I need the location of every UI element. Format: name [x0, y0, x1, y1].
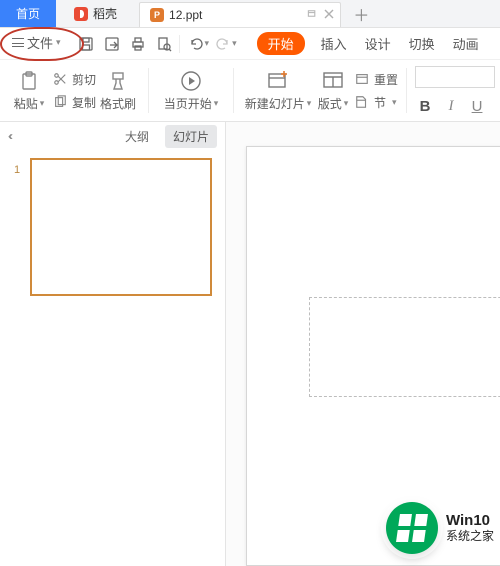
file-menu-button[interactable]: 文件 ▾ [4, 31, 69, 55]
copy-label: 复制 [72, 94, 96, 111]
cut-button[interactable]: 剪切 [52, 71, 96, 88]
panel-tab-slides[interactable]: 幻灯片 [165, 125, 217, 148]
copy-button[interactable]: 复制 [52, 94, 96, 111]
ribbon-tab-transition[interactable]: 切换 [407, 32, 437, 55]
file-menu-wrapper: 文件 ▾ [4, 31, 69, 57]
group-font: B I U [409, 64, 496, 117]
windows-logo-icon [386, 502, 438, 554]
ribbon-tab-start[interactable]: 开始 [257, 32, 305, 55]
tab-document-label: 12.ppt [169, 8, 202, 22]
ribbon-tab-insert[interactable]: 插入 [319, 32, 349, 55]
chevron-down-icon: ▾ [56, 37, 61, 48]
format-painter-label: 格式刷 [100, 95, 136, 112]
tab-restore-icon[interactable] [307, 8, 318, 22]
quick-access-toolbar [77, 35, 173, 53]
new-slide-icon [266, 69, 290, 93]
underline-button[interactable]: U [467, 94, 487, 118]
new-slide-label: 新建幻灯片 [245, 95, 305, 112]
tab-document-controls [307, 8, 334, 22]
bold-button[interactable]: B [415, 94, 435, 118]
text-placeholder[interactable] [309, 297, 500, 397]
separator [406, 68, 407, 113]
new-slide-button[interactable]: 新建幻灯片▾ [242, 69, 314, 112]
layout-button[interactable]: 版式▾ [314, 69, 352, 112]
tab-home[interactable]: 首页 [0, 0, 56, 27]
file-menu-label: 文件 [27, 33, 53, 52]
chevron-down-icon: ▾ [214, 98, 219, 109]
layout-label: 版式 [318, 95, 342, 112]
daoke-icon [74, 7, 88, 21]
redo-button[interactable]: ▾ [213, 36, 239, 52]
tab-home-label: 首页 [16, 5, 40, 22]
slide-thumbnail-1[interactable] [30, 158, 212, 296]
ribbon-toolbar: 文件 ▾ ▾ [0, 28, 500, 122]
ribbon-tab-animation[interactable]: 动画 [451, 32, 481, 55]
start-from-current-button[interactable]: 当页开始▾ [157, 69, 225, 112]
separator [179, 35, 180, 53]
tab-close-icon[interactable] [324, 9, 334, 22]
slide-mini-column: 重置 节▾ [354, 71, 398, 111]
play-circle-icon [179, 69, 203, 93]
reset-button[interactable]: 重置 [354, 71, 398, 88]
hamburger-icon [12, 38, 24, 47]
ribbon-top-row: 文件 ▾ ▾ [0, 28, 500, 60]
group-slides: 新建幻灯片▾ 版式▾ 重置 节▾ [236, 64, 404, 117]
slide-panel-tabs: ‹‹ 大纲 幻灯片 [0, 122, 225, 150]
section-button[interactable]: 节▾ [354, 94, 398, 111]
ppt-icon: P [150, 8, 164, 22]
save-icon[interactable] [77, 35, 95, 53]
tab-daoke-label: 稻壳 [93, 5, 117, 22]
reset-label: 重置 [374, 71, 398, 88]
group-clipboard: 粘贴▾ 剪切 复制 [4, 64, 146, 117]
format-painter-button[interactable]: 格式刷 [96, 69, 140, 112]
watermark-line2: 系统之家 [446, 530, 494, 543]
paste-label: 粘贴 [14, 95, 38, 112]
chevron-down-icon: ▾ [40, 98, 45, 109]
print-preview-icon[interactable] [155, 35, 173, 53]
copy-icon [52, 94, 68, 110]
ribbon-tabs: 开始 插入 设计 切换 动画 [257, 32, 481, 55]
watermark-text: Win10 系统之家 [446, 513, 494, 543]
tab-daoke[interactable]: 稻壳 [64, 0, 131, 27]
save-as-icon[interactable] [103, 35, 121, 53]
format-painter-icon [107, 69, 129, 93]
panel-tab-outline[interactable]: 大纲 [117, 125, 157, 148]
clipboard-mini-column: 剪切 复制 [52, 71, 96, 111]
slide-panel: ‹‹ 大纲 幻灯片 1 [0, 122, 226, 566]
italic-button[interactable]: I [441, 94, 461, 118]
cut-label: 剪切 [72, 71, 96, 88]
chevron-down-icon: ▾ [205, 38, 210, 49]
paste-button[interactable]: 粘贴▾ [10, 69, 48, 112]
section-icon [354, 94, 370, 110]
ribbon-tab-design[interactable]: 设计 [363, 32, 393, 55]
reset-icon [354, 71, 370, 87]
tab-document[interactable]: P 12.ppt [139, 2, 341, 27]
collapse-panel-button[interactable]: ‹‹ [8, 129, 10, 143]
start-from-current-label: 当页开始 [164, 95, 212, 112]
paste-icon [18, 69, 40, 93]
ribbon-tools-row: 粘贴▾ 剪切 复制 [0, 60, 500, 122]
document-tabstrip: 首页 稻壳 P 12.ppt ＋ [0, 0, 500, 28]
chevron-down-icon: ▾ [344, 98, 349, 109]
chevron-down-icon: ▾ [392, 97, 397, 108]
layout-icon [322, 69, 344, 93]
slide-number: 1 [14, 164, 20, 176]
chevron-down-icon: ▾ [307, 98, 312, 109]
chevron-down-icon: ▾ [232, 38, 237, 49]
group-slideshow: 当页开始▾ [151, 64, 231, 117]
undo-button[interactable]: ▾ [186, 36, 212, 52]
watermark-line1: Win10 [446, 513, 494, 530]
separator [148, 68, 149, 113]
plus-icon: ＋ [353, 2, 369, 26]
slide-thumbnails: 1 [0, 150, 225, 566]
scissors-icon [52, 71, 68, 87]
new-tab-button[interactable]: ＋ [347, 0, 375, 27]
undo-redo-group: ▾ ▾ [186, 36, 239, 52]
separator [233, 68, 234, 113]
print-icon[interactable] [129, 35, 147, 53]
font-family-select[interactable] [415, 66, 495, 88]
watermark-overlay: Win10 系统之家 [380, 498, 500, 558]
section-label: 节 [374, 94, 386, 111]
text-format-row: B I U [415, 94, 495, 118]
